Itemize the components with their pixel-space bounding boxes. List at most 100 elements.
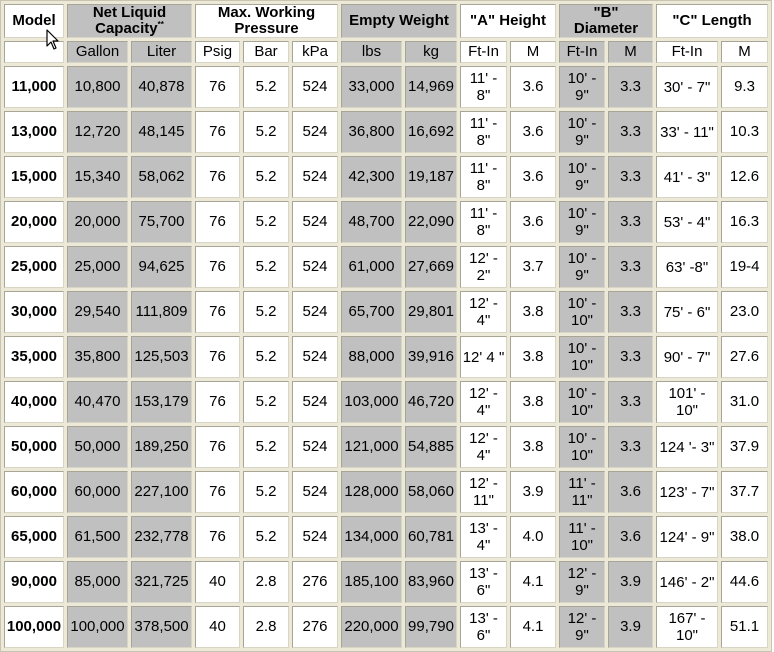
cell-kg: 46,720	[405, 381, 457, 423]
subheader-lbs: lbs	[341, 41, 402, 63]
header-max-working-pressure: Max. Working Pressure	[195, 4, 338, 38]
cell-a-ftin: 12' - 4"	[460, 291, 507, 333]
cell-c-m: 12.6	[721, 156, 768, 198]
ft-in-value: 167' - 10"	[668, 610, 706, 644]
subheader-b-m: M	[608, 41, 653, 63]
cell-a-ftin: 13' - 4"	[460, 516, 507, 558]
table-row: 15,000 15,340 58,062 76 5.2 524 42,300 19,187 11…	[4, 156, 768, 198]
cell-psig: 76	[195, 201, 240, 243]
cell-bar: 5.2	[243, 336, 289, 378]
cell-liter: 189,250	[131, 426, 192, 468]
cell-c-m: 37.7	[721, 471, 768, 513]
cell-b-ftin: 10' - 9"	[559, 66, 605, 108]
table-row: 65,000 61,500 232,778 76 5.2 524 134,000 60,781…	[4, 516, 768, 558]
header-net-liquid-capacity: Net Liquid Capacity**	[67, 4, 192, 38]
cell-b-ftin: 10' - 9"	[559, 246, 605, 288]
ft-in-value: 12' - 4"	[469, 430, 498, 464]
cell-c-m: 44.6	[721, 561, 768, 603]
header-row-units: Gallon Liter Psig Bar kPa lbs kg Ft-In M…	[4, 41, 768, 63]
cell-c-m: 38.0	[721, 516, 768, 558]
cell-c-ftin: 53' - 4"	[656, 201, 718, 243]
cell-a-m: 3.7	[510, 246, 556, 288]
header-model: Model	[4, 4, 64, 38]
cell-lbs: 48,700	[341, 201, 402, 243]
cell-bar: 5.2	[243, 246, 289, 288]
cell-kg: 83,960	[405, 561, 457, 603]
cell-b-m: 3.9	[608, 606, 653, 648]
subheader-b-ftin: Ft-In	[559, 41, 605, 63]
cell-c-ftin: 123' - 7"	[656, 471, 718, 513]
ft-in-value: 33' - 11"	[660, 123, 714, 141]
ft-in-value: 124 '- 3"	[659, 438, 715, 456]
cell-gallon: 10,800	[67, 66, 128, 108]
cell-lbs: 65,700	[341, 291, 402, 333]
cell-bar: 5.2	[243, 201, 289, 243]
cell-a-m: 4.1	[510, 606, 556, 648]
cell-b-ftin: 12' - 9"	[559, 561, 605, 603]
header-row-groups: Model Net Liquid Capacity** Max. Working…	[4, 4, 768, 38]
cell-liter: 75,700	[131, 201, 192, 243]
ft-in-value: 12' - 11"	[469, 475, 498, 509]
cell-kg: 39,916	[405, 336, 457, 378]
cell-liter: 321,725	[131, 561, 192, 603]
cell-c-ftin: 41' - 3"	[656, 156, 718, 198]
cell-kg: 19,187	[405, 156, 457, 198]
header-net-liquid-capacity-label: Net Liquid Capacity	[92, 4, 167, 37]
ft-in-value: 10' - 9"	[567, 205, 597, 239]
cell-liter: 58,062	[131, 156, 192, 198]
cell-c-ftin: 33' - 11"	[656, 111, 718, 153]
ft-in-value: 11' - 10"	[568, 520, 596, 554]
cell-b-m: 3.9	[608, 561, 653, 603]
cell-b-ftin: 12' - 9"	[559, 606, 605, 648]
cell-lbs: 88,000	[341, 336, 402, 378]
cell-kpa: 524	[292, 381, 338, 423]
cell-kpa: 524	[292, 516, 338, 558]
cell-kg: 29,801	[405, 291, 457, 333]
cell-kpa: 524	[292, 201, 338, 243]
table-row: 90,000 85,000 321,725 40 2.8 276 185,100 83,960…	[4, 561, 768, 603]
table-row: 60,000 60,000 227,100 76 5.2 524 128,000 58,060…	[4, 471, 768, 513]
table-row: 40,000 40,470 153,179 76 5.2 524 103,000 46,720…	[4, 381, 768, 423]
subheader-model-blank	[4, 41, 64, 63]
cell-psig: 76	[195, 471, 240, 513]
cell-a-m: 4.0	[510, 516, 556, 558]
cell-b-m: 3.3	[608, 111, 653, 153]
cell-model: 40,000	[4, 381, 64, 423]
cell-a-m: 3.6	[510, 111, 556, 153]
cell-c-ftin: 167' - 10"	[656, 606, 718, 648]
cell-bar: 5.2	[243, 111, 289, 153]
cell-a-ftin: 11' - 8"	[460, 201, 507, 243]
ft-in-value: 12' 4 "	[462, 348, 505, 366]
cell-liter: 227,100	[131, 471, 192, 513]
cell-kpa: 524	[292, 291, 338, 333]
cell-b-ftin: 10' - 9"	[559, 156, 605, 198]
cell-gallon: 100,000	[67, 606, 128, 648]
cell-c-m: 51.1	[721, 606, 768, 648]
ft-in-value: 124' - 9"	[659, 528, 715, 546]
cell-gallon: 85,000	[67, 561, 128, 603]
cell-c-m: 9.3	[721, 66, 768, 108]
cell-b-m: 3.3	[608, 201, 653, 243]
cell-c-ftin: 146' - 2"	[656, 561, 718, 603]
cell-kpa: 524	[292, 426, 338, 468]
cell-b-m: 3.3	[608, 336, 653, 378]
subheader-a-ftin: Ft-In	[460, 41, 507, 63]
cell-kg: 60,781	[405, 516, 457, 558]
ft-in-value: 11' - 8"	[469, 205, 498, 239]
cell-kg: 58,060	[405, 471, 457, 513]
cell-psig: 76	[195, 381, 240, 423]
tank-spec-table: Model Net Liquid Capacity** Max. Working…	[0, 0, 772, 652]
header-c-length: "C" Length	[656, 4, 768, 38]
cell-b-m: 3.3	[608, 426, 653, 468]
cell-c-m: 10.3	[721, 111, 768, 153]
cell-gallon: 29,540	[67, 291, 128, 333]
cell-c-m: 16.3	[721, 201, 768, 243]
cell-liter: 232,778	[131, 516, 192, 558]
cell-psig: 76	[195, 426, 240, 468]
cell-lbs: 42,300	[341, 156, 402, 198]
cell-a-m: 3.8	[510, 381, 556, 423]
table-row: 11,000 10,800 40,878 76 5.2 524 33,000 14,969 11…	[4, 66, 768, 108]
cell-model: 90,000	[4, 561, 64, 603]
cell-lbs: 33,000	[341, 66, 402, 108]
cell-a-m: 3.6	[510, 201, 556, 243]
